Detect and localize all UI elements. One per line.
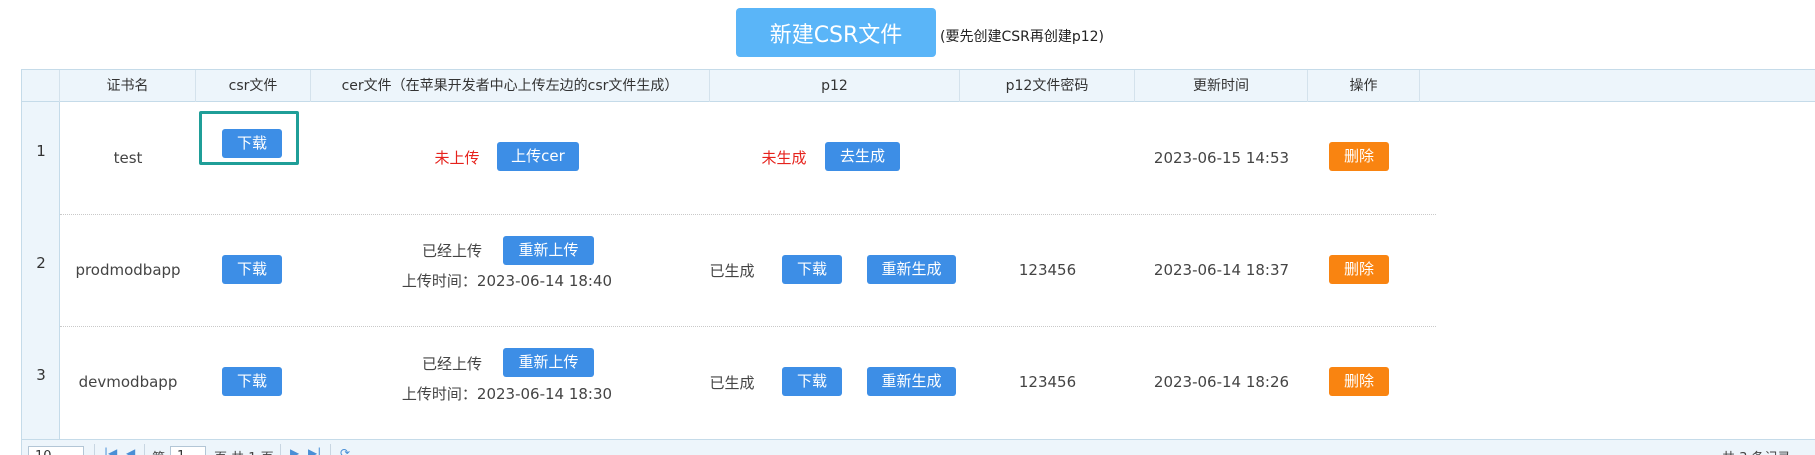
prev-page-icon[interactable]: ◀	[126, 446, 135, 455]
header-p12: p12	[710, 70, 960, 102]
generate-p12-button[interactable]: 去生成	[825, 142, 900, 171]
row-divider	[60, 214, 1436, 215]
reupload-cer-button[interactable]: 重新上传	[503, 236, 594, 265]
p12-status: 已生成	[709, 262, 755, 280]
delete-button[interactable]: 删除	[1329, 142, 1389, 171]
row-number: 3	[36, 366, 46, 384]
upload-cer-button[interactable]: 上传cer	[497, 142, 579, 171]
cert-name: prodmodbapp	[75, 261, 181, 279]
row-divider	[60, 326, 1436, 327]
row-number-column: 1 2 3	[22, 102, 60, 439]
delete-button[interactable]: 删除	[1329, 367, 1389, 396]
new-csr-button[interactable]: 新建CSR文件	[736, 8, 936, 57]
cer-upload-time: 上传时间：2023-06-14 18:40	[401, 272, 613, 290]
reupload-cer-button[interactable]: 重新上传	[503, 348, 594, 377]
p12-regenerate-button[interactable]: 重新生成	[867, 255, 956, 284]
pagination-bar: 10 |◀ ◀ 第 1 页 共 1 页 ▶ ▶| ⟳ 共 3 条记录	[22, 439, 1815, 455]
pagination-separator	[330, 444, 331, 455]
page-prefix: 第	[152, 447, 165, 455]
p12-download-button[interactable]: 下载	[782, 367, 842, 396]
page-size-select[interactable]: 10	[28, 446, 84, 455]
record-count: 共 3 条记录	[1722, 447, 1791, 455]
table-header: 证书名 csr文件 cer文件（在苹果开发者中心上传左边的csr文件生成） p1…	[22, 70, 1815, 102]
delete-button[interactable]: 删除	[1329, 255, 1389, 284]
next-page-icon[interactable]: ▶	[290, 446, 299, 455]
pagination-separator	[94, 444, 95, 455]
page-total-text: 页 共 1 页	[214, 447, 274, 455]
p12-regenerate-button[interactable]: 重新生成	[867, 367, 956, 396]
p12-download-button[interactable]: 下载	[782, 255, 842, 284]
cert-name: test	[113, 149, 143, 167]
cer-status: 未上传	[434, 149, 480, 167]
certificate-table: 证书名 csr文件 cer文件（在苹果开发者中心上传左边的csr文件生成） p1…	[21, 69, 1815, 455]
p12-password: 123456	[1018, 261, 1077, 279]
updated-time: 2023-06-14 18:26	[1153, 373, 1290, 391]
first-page-icon[interactable]: |◀	[104, 446, 117, 455]
row-number: 1	[36, 142, 46, 160]
csr-download-button[interactable]: 下载	[222, 255, 282, 284]
csr-hint-text: (要先创建CSR再创建p12)	[940, 29, 1105, 45]
pagination-separator	[280, 444, 281, 455]
last-page-icon[interactable]: ▶|	[308, 446, 321, 455]
header-p12-password: p12文件密码	[960, 70, 1135, 102]
header-cert-name: 证书名	[60, 70, 196, 102]
cer-status: 已经上传	[421, 242, 482, 260]
cert-name: devmodbapp	[78, 373, 178, 391]
header-rownum	[22, 70, 60, 102]
p12-status: 已生成	[709, 374, 755, 392]
p12-status: 未生成	[761, 149, 807, 167]
csr-download-button[interactable]: 下载	[222, 129, 282, 158]
csr-download-button[interactable]: 下载	[222, 367, 282, 396]
refresh-icon[interactable]: ⟳	[340, 446, 350, 455]
row-number: 2	[36, 254, 46, 272]
cer-upload-time: 上传时间：2023-06-14 18:30	[401, 385, 613, 403]
p12-password: 123456	[1018, 373, 1077, 391]
page-number-input[interactable]: 1	[170, 446, 206, 455]
updated-time: 2023-06-14 18:37	[1153, 261, 1290, 279]
updated-time: 2023-06-15 14:53	[1153, 149, 1290, 167]
pagination-separator	[144, 444, 145, 455]
header-actions: 操作	[1308, 70, 1420, 102]
header-csr-file: csr文件	[196, 70, 311, 102]
header-updated-time: 更新时间	[1135, 70, 1308, 102]
header-cer-file: cer文件（在苹果开发者中心上传左边的csr文件生成）	[311, 70, 710, 102]
cer-status: 已经上传	[421, 355, 482, 373]
